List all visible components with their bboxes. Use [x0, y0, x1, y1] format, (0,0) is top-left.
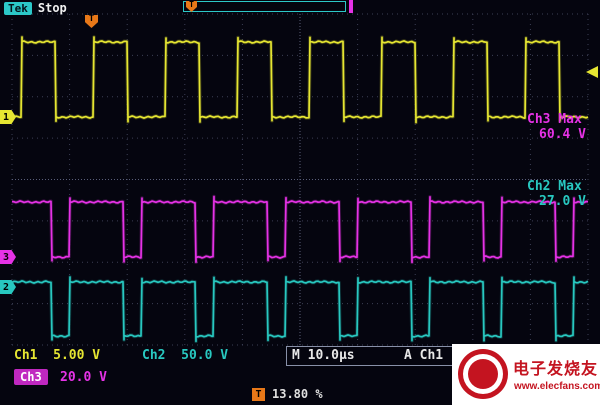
- trigger-position-flag-icon: T: [85, 15, 98, 28]
- record-window-tick: [349, 0, 353, 13]
- watermark-url: www.elecfans.com: [514, 381, 600, 392]
- acquisition-status: Stop: [38, 1, 67, 15]
- trigger-mode: A: [404, 348, 412, 363]
- trigger-source: Ch1: [420, 348, 443, 363]
- brand-logo: Tek: [4, 2, 32, 15]
- waveform-ch2: [12, 277, 588, 342]
- ch3-scale: 20.0 V: [60, 370, 107, 385]
- trigger-level-marker-icon: [586, 66, 598, 78]
- waveform-ch3: [12, 197, 588, 263]
- waveform-ch1: [12, 37, 588, 123]
- ch3-badge: Ch3: [14, 369, 48, 385]
- elecfans-logo-icon: [458, 349, 508, 399]
- ch2-max-value: 27.0 V: [539, 194, 586, 209]
- ch1-scale: 5.00 V: [53, 348, 100, 363]
- logo-core: [468, 359, 498, 389]
- ch3-max-label: Ch3 Max: [527, 112, 582, 127]
- waveform-ch1: [12, 37, 588, 123]
- ch3-max-value: 60.4 V: [539, 127, 586, 142]
- header: Tek Stop: [4, 1, 67, 15]
- trigger-position-value: 13.80 %: [272, 387, 323, 401]
- channel-marker-2: 2: [0, 280, 16, 294]
- waveform-ch2: [12, 277, 588, 342]
- timebase-readout: M 10.0µs: [292, 347, 355, 365]
- trigger-readout: A Ch1 ∫: [404, 347, 459, 365]
- ch1-scale-readout: Ch1 5.00 V: [14, 347, 100, 365]
- ch2-scale-readout: Ch2 50.0 V: [142, 347, 228, 365]
- channel-marker-3: 3: [0, 250, 16, 264]
- watermark: 电子发烧友 www.elecfans.com: [452, 344, 600, 405]
- ch1-label: Ch1: [14, 348, 37, 363]
- oscilloscope-screen: Tek Stop T T Ch3 Max 60.4 V Ch2 Max 27.0…: [0, 0, 600, 405]
- watermark-title: 电子发烧友: [513, 355, 598, 379]
- trigger-position-badge-icon: T: [252, 388, 265, 401]
- record-window-box: [183, 1, 346, 12]
- waveform-ch3: [12, 197, 588, 263]
- ch2-max-label: Ch2 Max: [527, 179, 582, 194]
- timebase-label: M: [292, 348, 300, 363]
- channel-marker-1: 1: [0, 110, 16, 124]
- ch2-scale: 50.0 V: [181, 348, 228, 363]
- ch2-label: Ch2: [142, 348, 165, 363]
- timebase-value: 10.0µs: [308, 348, 355, 363]
